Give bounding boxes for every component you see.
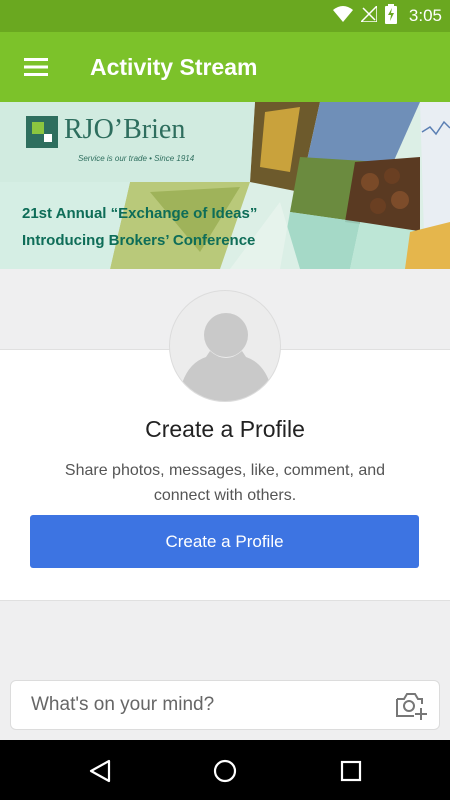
- back-icon[interactable]: [87, 758, 113, 784]
- wifi-icon: [332, 5, 353, 27]
- signal-off-icon: [359, 3, 378, 27]
- composer-placeholder: What's on your mind?: [31, 694, 215, 715]
- status-time: 3:05: [408, 6, 442, 25]
- profile-card-description: Share photos, messages, like, comment, a…: [64, 462, 386, 504]
- company-logo: RJO’Brien Service is our trade • Since 1…: [26, 114, 194, 163]
- system-nav-bar: [0, 740, 450, 800]
- home-icon[interactable]: [212, 758, 238, 784]
- recents-icon[interactable]: [338, 758, 364, 784]
- banner-title: 21st Annual “Exchange of Ideas”: [22, 205, 258, 222]
- hamburger-menu-icon[interactable]: [14, 45, 58, 89]
- banner-subtitle: Introducing Brokers’ Conference: [22, 232, 256, 249]
- status-bar: 3:05: [0, 0, 450, 32]
- profile-card-title: Create a Profile: [145, 416, 305, 442]
- avatar-placeholder-icon: [169, 290, 281, 402]
- logo-name: RJO’Brien: [64, 114, 186, 145]
- page-title: Activity Stream: [90, 54, 258, 80]
- battery-charging-icon: [384, 3, 397, 29]
- logo-mark-icon: [26, 116, 58, 148]
- app-bar: Activity Stream: [0, 32, 450, 102]
- add-photo-icon[interactable]: [395, 691, 427, 721]
- status-composer[interactable]: What's on your mind?: [10, 680, 440, 730]
- logo-tagline: Service is our trade • Since 1914: [78, 154, 195, 163]
- create-profile-button[interactable]: Create a Profile: [30, 515, 419, 568]
- status-icons: 3:05: [332, 0, 442, 32]
- event-banner[interactable]: RJO’Brien Service is our trade • Since 1…: [0, 102, 450, 269]
